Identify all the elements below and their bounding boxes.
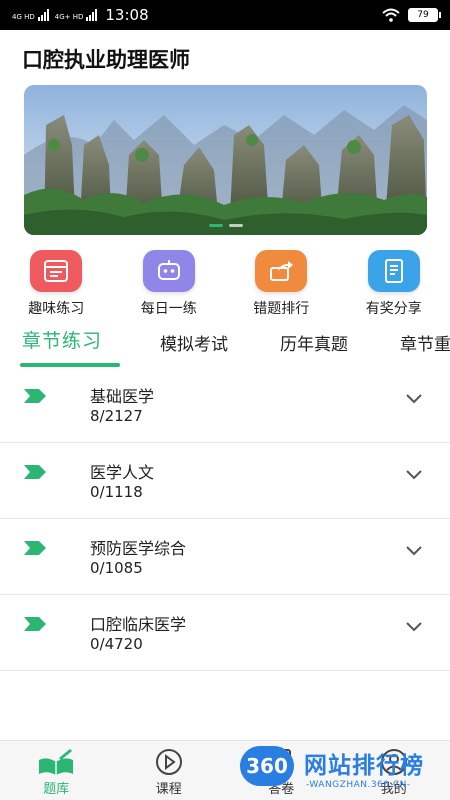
chapter-name: 口腔临床医学 [90,615,187,634]
signal-1: 4G HD [12,9,49,21]
signal-bars-icon [37,9,49,21]
chapter-progress: 0/1085 [90,559,143,577]
status-time: 13:08 [105,6,149,24]
action-label: 趣味练习 [28,301,85,317]
battery-level: 79 [417,10,429,20]
signal-bars-icon [86,9,98,21]
chapter-row[interactable]: 口腔临床医学 0/4720 [0,595,450,671]
nav-label: 课程 [155,782,182,797]
robot-icon [142,250,195,292]
carousel-dot-1[interactable] [208,224,223,227]
nav-label: 答卷 [268,782,295,797]
action-label: 错题排行 [253,301,310,317]
network-label-2: 4G+ HD [54,13,84,21]
share-arrow-icon [255,250,308,292]
battery-icon: 79 [408,8,441,22]
chevron-down-icon[interactable] [405,469,423,481]
chapter-row[interactable]: 基础医学 8/2127 [0,367,450,443]
nav-course[interactable]: 课程 [113,741,226,800]
chapter-flag-icon [24,465,46,479]
chevron-down-icon[interactable] [405,545,423,557]
notebook-icon [367,250,420,292]
chapter-row[interactable]: 预防医学综合 0/1085 [0,519,450,595]
quick-actions: 趣味练习 每日一练 错题排行 有奖分享 [0,250,450,318]
action-label: 每日一练 [140,301,197,317]
carousel-indicator [24,224,427,227]
nav-paper[interactable]: 答卷 [225,741,338,800]
tab-mock-exam[interactable]: 模拟考试 [160,330,228,355]
tab-chapter-key[interactable]: 章节重 [400,330,450,355]
bottom-nav: 题库 课程 答卷 我的 [0,740,450,800]
chapter-progress: 8/2127 [90,407,143,425]
chevron-down-icon[interactable] [405,621,423,633]
banner-image [24,85,427,235]
fun-practice-icon [30,250,83,292]
tab-past-exams[interactable]: 历年真题 [280,330,348,355]
action-fun-practice[interactable]: 趣味练习 [0,250,113,318]
paper-icon [261,747,301,777]
question-bank-icon [36,747,76,777]
nav-question-bank[interactable]: 题库 [0,741,113,800]
carousel-dot-2[interactable] [228,224,243,227]
chapter-progress: 0/1118 [90,483,143,501]
chapter-progress: 0/4720 [90,635,143,653]
signal-2: 4G+ HD [55,9,98,21]
action-daily-practice[interactable]: 每日一练 [113,250,226,318]
action-reward-share[interactable]: 有奖分享 [338,250,450,318]
chapter-name: 基础医学 [90,387,155,406]
play-circle-icon [149,747,189,777]
chapter-list: 基础医学 8/2127 医学人文 0/1118 预防医学综合 0/1085 口腔… [0,367,450,671]
chapter-row[interactable]: 医学人文 0/1118 [0,443,450,519]
nav-profile[interactable]: 我的 [338,741,450,800]
chapter-name: 预防医学综合 [90,539,187,558]
action-label: 有奖分享 [365,301,422,317]
network-label-1: 4G HD [12,13,35,21]
nav-label: 我的 [380,782,407,797]
wifi-icon [382,8,400,22]
nav-label: 题库 [43,782,70,797]
page-title: 口腔执业助理医师 [22,48,190,72]
action-wrong-ranking[interactable]: 错题排行 [225,250,338,318]
chevron-down-icon[interactable] [405,393,423,405]
status-bar: 4G HD 4G+ HD 13:08 79 [0,0,450,30]
profile-icon [374,747,414,777]
chapter-flag-icon [24,389,46,403]
tab-chapter-practice[interactable]: 章节练习 [22,326,102,353]
banner-carousel[interactable] [24,85,427,235]
chapter-name: 医学人文 [90,463,155,482]
chapter-flag-icon [24,617,46,631]
chapter-flag-icon [24,541,46,555]
